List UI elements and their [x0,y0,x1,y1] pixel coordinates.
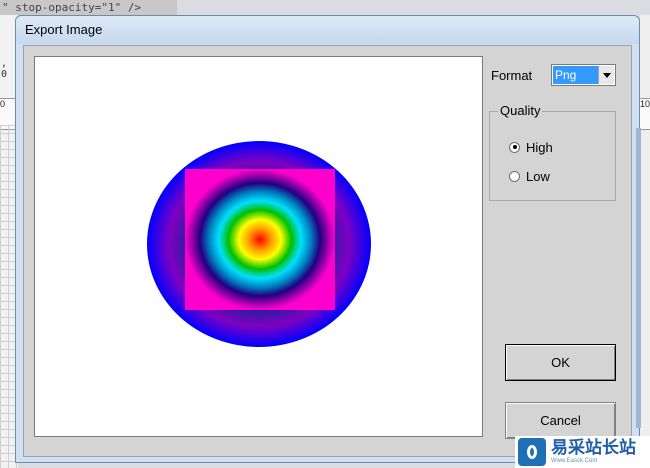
radio-low-label: Low [526,168,550,184]
background-right-panel: 10 [640,15,650,468]
dialog-title: Export Image [25,22,103,37]
quality-option-low[interactable]: Low [509,168,550,184]
preview-graphic [147,141,371,347]
watermark-main-text: 易采站长站 [551,438,636,458]
radio-high-label: High [526,139,553,155]
background-ruler-right: 10 [640,98,650,130]
gradient-square [185,169,335,310]
dialog-client-area: Format Png Quality High Low OK Cancel [23,45,632,457]
radio-low[interactable] [509,170,520,182]
ruler-right-label: 10 [640,99,650,109]
quality-option-high[interactable]: High [509,139,553,155]
ruler-left-label: 0 [0,99,6,109]
watermark-text: 易采站长站 Www.Easck.Com [551,439,636,465]
export-image-dialog: Export Image Format Png Quality High Low… [15,15,641,463]
watermark-logo-icon [518,438,546,466]
chevron-down-icon[interactable] [598,66,614,84]
dialog-titlebar[interactable]: Export Image [16,16,639,44]
background-code-text: " stop-opacity="1" /> [2,1,142,14]
cancel-button[interactable]: Cancel [505,402,616,439]
ok-button[interactable]: OK [505,344,616,381]
window-edge-scrollbar [636,128,641,428]
quality-group: Quality High Low [489,103,616,201]
format-select[interactable]: Png [551,64,616,86]
quality-legend: Quality [498,103,543,118]
format-label: Format [491,68,533,83]
watermark: 易采站长站 Www.Easck.Com [515,436,650,468]
image-preview [34,56,483,437]
radio-high[interactable] [509,141,520,153]
format-selected-value: Png [553,66,598,84]
background-code-line: " stop-opacity="1" /> [0,0,177,15]
watermark-sub-text: Www.Easck.Com [551,458,598,464]
